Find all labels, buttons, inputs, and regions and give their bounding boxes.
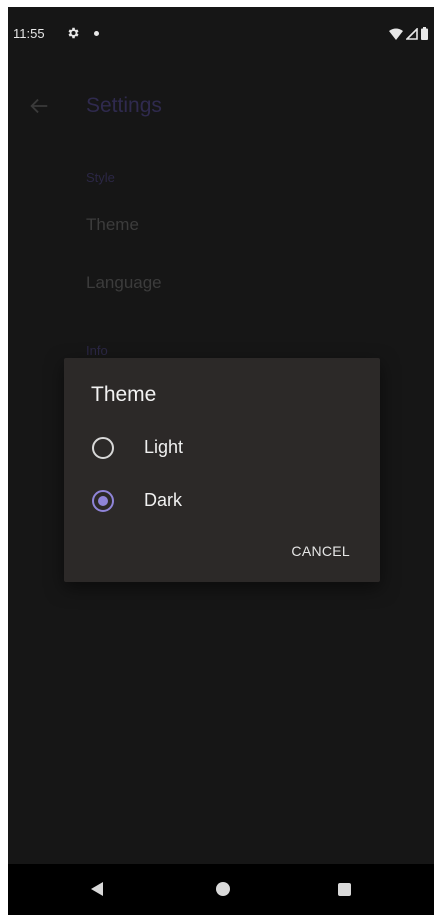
status-time: 11:55: [13, 26, 45, 41]
cellular-icon: [406, 27, 418, 40]
status-icons: [389, 27, 428, 40]
settings-gear-icon: [68, 27, 79, 39]
radio-label-dark: Dark: [144, 490, 183, 510]
nav-back-icon[interactable]: [91, 882, 103, 896]
status-bar: 11:55: [8, 7, 434, 59]
device-screen: 11:55 Settings Style Theme Language Info: [8, 7, 434, 915]
battery-icon: [421, 27, 428, 40]
nav-recents-icon[interactable]: [338, 883, 351, 896]
radio-unchecked-icon[interactable]: [92, 437, 114, 459]
radio-dot: [98, 496, 108, 506]
radio-checked-icon[interactable]: [92, 490, 114, 512]
radio-option-dark[interactable]: Dark: [64, 477, 380, 525]
notification-dot-icon: [94, 31, 99, 36]
cancel-button[interactable]: CANCEL: [291, 543, 350, 559]
nav-home-icon[interactable]: [216, 882, 230, 896]
radio-option-light[interactable]: Light: [64, 424, 380, 472]
radio-label-light: Light: [144, 437, 184, 457]
wifi-icon: [389, 28, 403, 40]
dialog-title: Theme: [91, 383, 157, 406]
theme-dialog: Theme Light Dark CANCEL: [64, 358, 380, 582]
navigation-bar: [8, 864, 434, 915]
